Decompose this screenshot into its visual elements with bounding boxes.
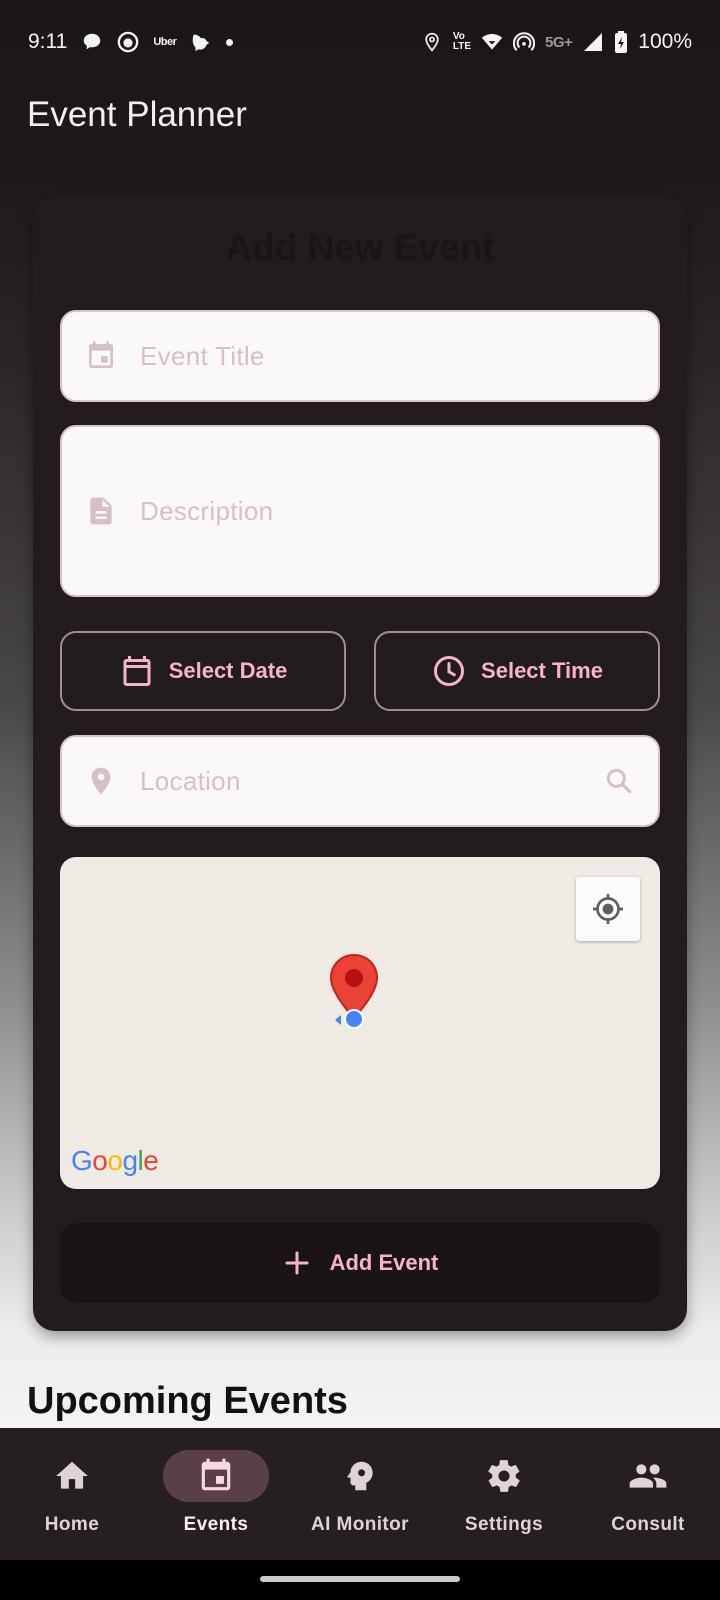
battery-charging-icon [614, 31, 628, 53]
event-title-input[interactable]: Event Title [140, 341, 265, 372]
gear-icon [451, 1450, 557, 1502]
face-icon [117, 31, 139, 53]
google-logo: Google [71, 1145, 159, 1176]
network-type: 5G+ [545, 33, 573, 51]
location-status-icon [421, 31, 443, 53]
hotspot-icon [513, 31, 535, 53]
nav-events[interactable]: Events [144, 1428, 288, 1560]
map-view[interactable]: Google [60, 857, 660, 1189]
volte-indicator: Vo LTE [452, 31, 471, 52]
my-location-button[interactable] [576, 877, 640, 941]
add-event-card: Add New Event Event Title Description Se… [33, 197, 687, 1331]
people-icon [595, 1450, 701, 1502]
nav-label-settings: Settings [464, 1514, 544, 1535]
nav-settings[interactable]: Settings [432, 1428, 576, 1560]
home-icon [19, 1450, 125, 1502]
psychology-icon [307, 1450, 413, 1502]
notification-dot [226, 38, 234, 46]
nav-label-events: Events [183, 1514, 249, 1535]
event-icon [163, 1450, 269, 1502]
select-date-button[interactable]: Select Date [60, 631, 346, 711]
chat-bubble-icon [81, 31, 103, 53]
my-location-icon [593, 894, 623, 924]
uber-icon: Uber [153, 36, 177, 48]
calendar-icon [123, 656, 151, 686]
wifi-icon [481, 31, 503, 53]
event-title-field[interactable]: Event Title [60, 310, 660, 402]
clock-icon [434, 656, 465, 686]
location-pin-icon [84, 764, 118, 798]
event-icon [84, 339, 118, 373]
nav-label-home: Home [44, 1514, 100, 1535]
battery-percent: 100% [638, 30, 692, 53]
add-event-button[interactable]: Add Event [60, 1223, 660, 1303]
status-right: Vo LTE 5G+ 100% [421, 30, 692, 54]
map-marker-icon [329, 953, 379, 1029]
nav-label-consult: Consult [611, 1514, 685, 1535]
card-heading: Add New Event [225, 227, 495, 268]
location-input[interactable]: Location [140, 766, 241, 797]
nav-label-ai-monitor: AI Monitor [311, 1514, 409, 1535]
search-icon[interactable] [602, 764, 636, 798]
signal-icon [582, 31, 604, 53]
description-input[interactable]: Description [140, 496, 273, 527]
description-field[interactable]: Description [60, 425, 660, 597]
upcoming-events-title: Upcoming Events [27, 1380, 348, 1422]
select-time-button[interactable]: Select Time [374, 631, 660, 711]
page-title: Event Planner [27, 95, 247, 134]
location-field[interactable]: Location [60, 735, 660, 827]
status-bar: 9:11 Uber Vo LTE 5G+ 100% [0, 0, 720, 84]
bird-icon [190, 31, 212, 53]
select-date-label: Select Date [168, 658, 288, 683]
status-time: 9:11 [28, 30, 68, 53]
description-icon [84, 494, 118, 528]
gesture-handle[interactable] [260, 1576, 460, 1582]
nav-consult[interactable]: Consult [576, 1428, 720, 1560]
select-time-label: Select Time [481, 658, 603, 683]
bottom-navigation: Home Events AI Monitor Settings Consult [0, 1428, 720, 1560]
status-left: 9:11 Uber [28, 30, 234, 54]
nav-home[interactable]: Home [0, 1428, 144, 1560]
gesture-navigation-bar [0, 1560, 720, 1600]
add-event-label: Add Event [329, 1250, 439, 1275]
plus-icon [285, 1251, 309, 1275]
nav-ai-monitor[interactable]: AI Monitor [288, 1428, 432, 1560]
